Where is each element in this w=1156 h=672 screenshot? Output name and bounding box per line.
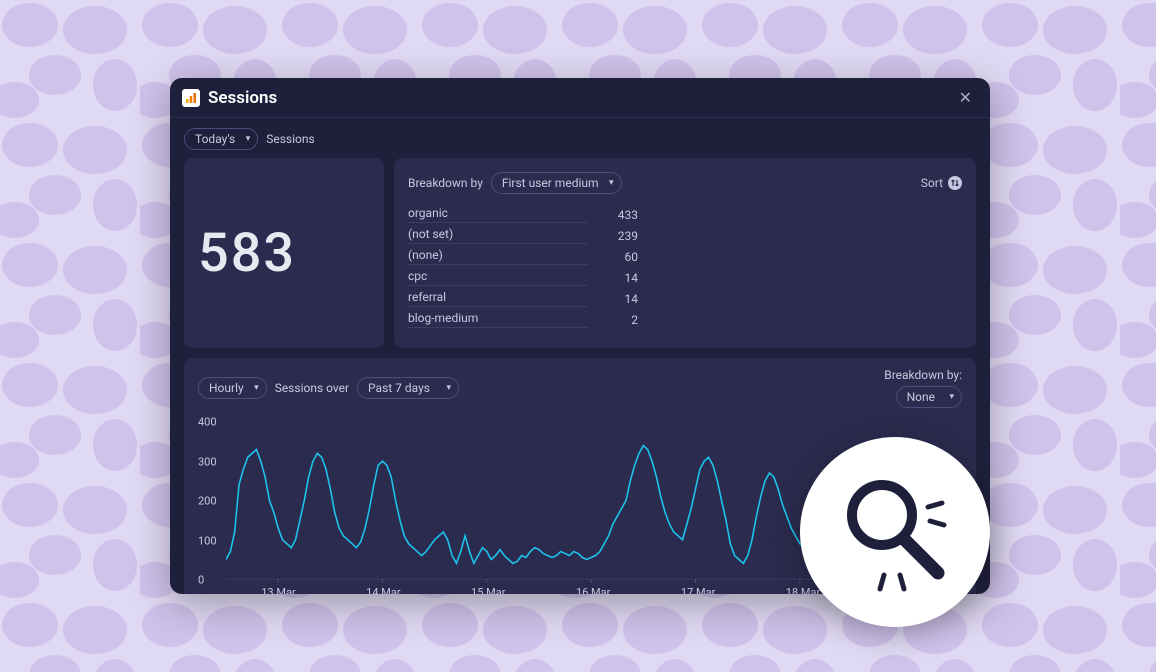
timeseries-header: Hourly Sessions over Past 7 days Breakdo… bbox=[198, 368, 962, 408]
breakdown-row-value: 14 bbox=[598, 271, 638, 285]
breakdown-row: blog-medium 2 bbox=[408, 309, 962, 330]
breakdown-dimension-select[interactable]: First user medium bbox=[491, 172, 622, 194]
breakdown-bar-track bbox=[648, 210, 962, 220]
magnifying-glass-graphic bbox=[800, 437, 990, 627]
x-axis-tick: 18 Mar bbox=[786, 586, 820, 594]
breakdown-row: referral 14 bbox=[408, 288, 962, 309]
breakdown-leading-label: Breakdown by bbox=[408, 176, 483, 190]
x-axis-tick: 14 Mar bbox=[366, 586, 400, 594]
breakdown-bar-track bbox=[648, 315, 962, 325]
period-trailing-label: Sessions bbox=[266, 132, 314, 146]
chart-breakdown-label: Breakdown by: bbox=[884, 368, 962, 382]
y-axis-tick: 200 bbox=[198, 495, 217, 508]
analytics-icon bbox=[182, 89, 200, 107]
breakdown-row-value: 14 bbox=[598, 292, 638, 306]
top-panels: 583 Breakdown by First user medium Sort … bbox=[184, 158, 976, 348]
sort-label: Sort bbox=[921, 176, 943, 190]
close-button[interactable]: ✕ bbox=[953, 86, 978, 109]
chart-breakdown-select[interactable]: None bbox=[896, 386, 962, 408]
breakdown-row-label: (none) bbox=[408, 248, 588, 265]
y-axis-tick: 400 bbox=[198, 416, 217, 429]
breakdown-row: cpc 14 bbox=[408, 267, 962, 288]
breakdown-bar-track bbox=[648, 273, 962, 283]
breakdown-row: (not set) 239 bbox=[408, 225, 962, 246]
breakdown-row-value: 2 bbox=[598, 313, 638, 327]
x-axis-tick: 15 Mar bbox=[471, 586, 505, 594]
breakdown-row-label: organic bbox=[408, 206, 588, 223]
breakdown-row-value: 433 bbox=[598, 208, 638, 222]
swap-sort-icon bbox=[948, 176, 962, 190]
breakdown-row-label: (not set) bbox=[408, 227, 588, 244]
breakdown-row-label: referral bbox=[408, 290, 588, 307]
breakdown-row: (none) 60 bbox=[408, 246, 962, 267]
metric-card: 583 bbox=[184, 158, 384, 348]
granularity-select[interactable]: Hourly bbox=[198, 377, 267, 399]
period-row: Today's Sessions bbox=[184, 128, 976, 150]
titlebar: Sessions ✕ bbox=[170, 78, 990, 118]
range-select[interactable]: Past 7 days bbox=[357, 377, 459, 399]
breakdown-bar-track bbox=[648, 252, 962, 262]
period-select[interactable]: Today's bbox=[184, 128, 258, 150]
y-axis-tick: 300 bbox=[198, 455, 217, 468]
x-axis-tick: 13 Mar bbox=[261, 586, 295, 594]
breakdown-row-value: 239 bbox=[598, 229, 638, 243]
y-axis-tick: 100 bbox=[198, 534, 217, 547]
metric-value: 583 bbox=[198, 222, 296, 285]
breakdown-rows-container: organic433(not set)239(none)60cpc14refer… bbox=[408, 204, 962, 330]
window-title: Sessions bbox=[208, 88, 277, 108]
x-axis-tick: 16 Mar bbox=[576, 586, 610, 594]
breakdown-header: Breakdown by First user medium Sort bbox=[408, 172, 962, 194]
timeseries-middle-label: Sessions over bbox=[275, 381, 349, 395]
sort-button[interactable]: Sort bbox=[921, 176, 962, 190]
y-axis-tick: 0 bbox=[198, 574, 204, 587]
breakdown-row-label: blog-medium bbox=[408, 311, 588, 328]
breakdown-panel: Breakdown by First user medium Sort orga… bbox=[394, 158, 976, 348]
x-axis-tick: 17 Mar bbox=[681, 586, 715, 594]
breakdown-row-label: cpc bbox=[408, 269, 588, 286]
breakdown-row: organic 433 bbox=[408, 204, 962, 225]
breakdown-bar-track bbox=[648, 294, 962, 304]
breakdown-bar-track bbox=[648, 231, 962, 241]
breakdown-row-value: 60 bbox=[598, 250, 638, 264]
